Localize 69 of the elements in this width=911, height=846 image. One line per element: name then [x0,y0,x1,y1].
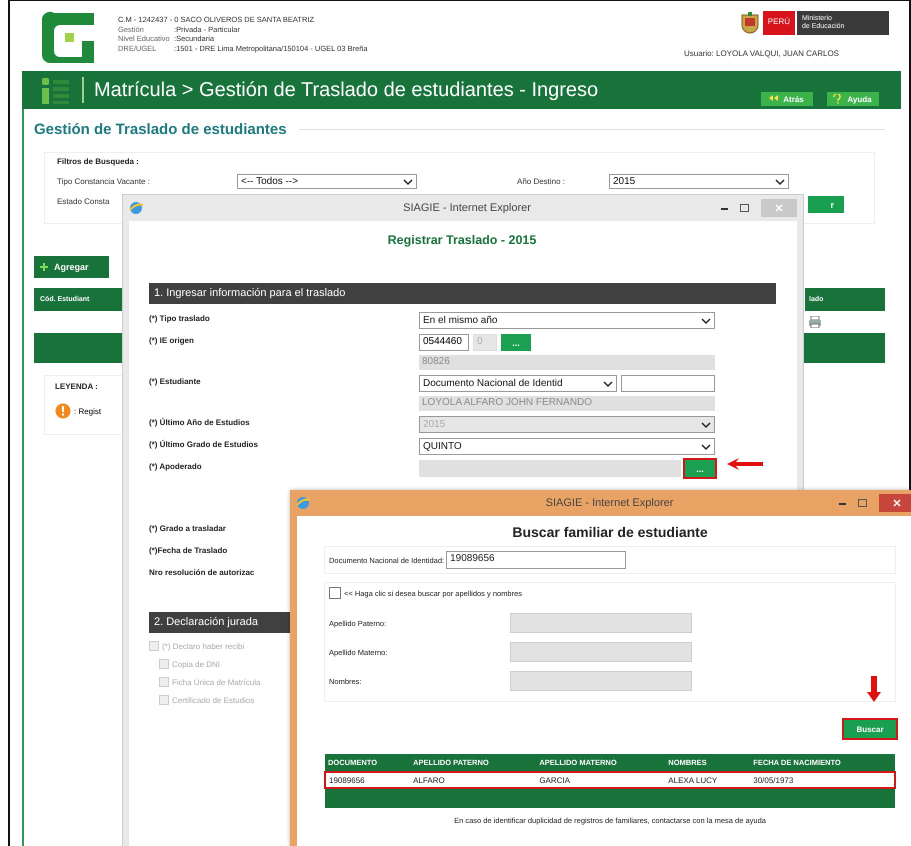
maximize-icon [858,499,867,507]
field-label: (*) Último Grado de Estudios [149,438,258,451]
legend-text: : Regist [74,406,102,416]
field-label: (*) Tipo traslado [149,313,210,325]
chevron-icon [775,178,785,186]
page-title: Gestión de Traslado de estudiantes [34,121,287,138]
field-label: (*) Último Año de Estudios [149,416,250,429]
field-label: (*) Grado a trasladar [149,523,226,534]
add-button[interactable]: Agregar [34,256,109,278]
chevron-icon [403,178,413,186]
code-input[interactable]: 0544460 [419,334,469,351]
section-header: 1. Ingresar información para el traslado [149,283,776,304]
table-cell: 30/05/1973 [750,772,895,788]
document-type-dropdown[interactable]: Documento Nacional de Identid [419,375,617,392]
list-icon [42,75,70,105]
field-label: Tipo Constancia Vacante : [57,177,151,186]
user-label: Usuario: LOYOLA VALQUI, JUAN CARLOS [684,49,839,58]
document-input[interactable]: 19089656 [446,551,626,569]
student-name-field: LOYOLA ALFARO JOHN FERNANDO [419,396,715,411]
field-label: Año Destino : [517,177,566,186]
maximize-icon [740,204,749,212]
plus-icon [40,263,48,271]
browser-icon [129,201,143,215]
arrow-icon [866,676,882,702]
field-label: Estado Consta [57,197,110,206]
warning-icon [55,403,71,419]
checkbox[interactable] [329,587,341,599]
legend-title: LEYENDA : [55,382,99,391]
search-button[interactable]: r [808,196,844,213]
browser-icon [296,496,310,510]
question-icon [832,94,844,104]
chevron-icon [701,316,711,324]
dropdown[interactable]: QUINTO [419,438,715,455]
checkbox-label: Ficha Única de Matrícula [172,678,260,686]
lookup-button[interactable]: ... [685,460,715,477]
dropdown[interactable]: 2015 [609,174,789,189]
site-logo [40,11,96,65]
lookup-button[interactable]: ... [501,334,531,351]
checkbox-label: (*) Declaro haber recibi [162,642,244,650]
search-button[interactable]: Buscar [844,720,896,738]
coat-of-arms-icon [738,11,761,35]
country-label: PERÚ [762,11,795,35]
close-icon [775,204,783,212]
chevron-icon [701,442,711,450]
field-label: Nro resolución de autorizac [149,567,254,578]
window-title: SIAGIE - Internet Explorer [544,497,674,509]
field-label: (*)Fecha de Traslado [149,545,228,556]
dropdown[interactable]: <-- Todos --> [237,174,417,189]
chevron-icon [701,420,711,428]
printer-icon [809,316,821,328]
school-name-field: 80826 [419,355,715,370]
document-input[interactable] [621,375,715,392]
dialog-heading: Registrar Traslado - 2015 [386,233,538,249]
window-title: SIAGIE - Internet Explorer [402,202,532,214]
close-icon [893,499,901,507]
dialog-heading: Buscar familiar de estudiante [511,524,709,542]
checkbox-label: Copia de DNI [172,660,220,668]
checkbox-label: Certificado de Estudios [172,696,254,704]
field-label: (*) IE origen [149,335,194,347]
double-arrow-icon [768,94,780,104]
filter-legend: Filtros de Busqueda : [57,157,862,166]
field-label: (*) Estudiante [149,376,201,388]
dropdown[interactable]: En el mismo año [419,312,715,329]
table-cell: 19089656 [325,772,410,788]
chevron-icon [603,380,613,388]
close-button[interactable] [879,494,911,512]
arrow-icon [725,457,765,471]
breadcrumb: Matrícula > Gestión de Traslado de estudiantes - Ingreso [94,78,598,102]
field-label: (*) Apoderado [149,461,202,473]
